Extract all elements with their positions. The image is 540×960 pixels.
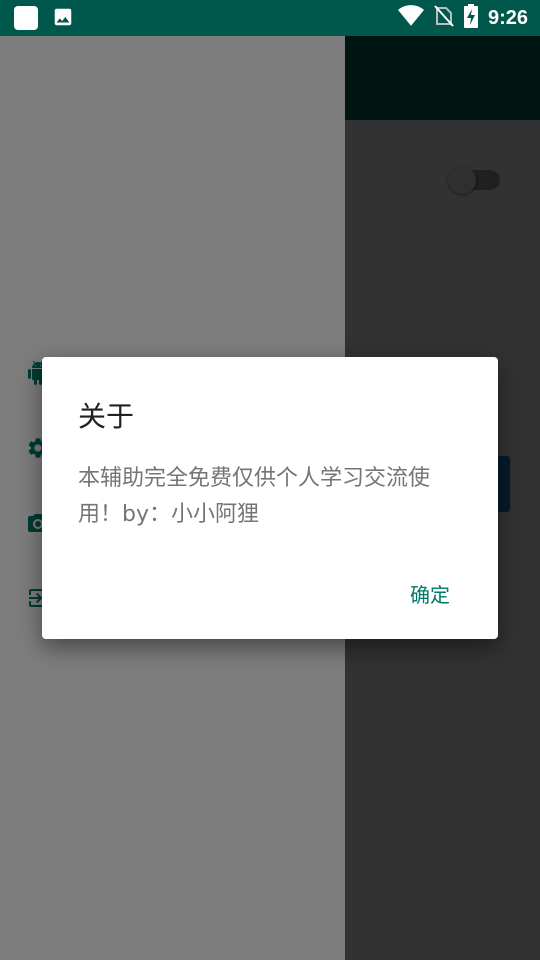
image-notification-icon [52,6,76,30]
battery-charging-icon [463,4,478,32]
confirm-button[interactable]: 确定 [402,575,458,612]
dialog-title: 关于 [78,400,135,433]
about-dialog: 关于 本辅助完全免费仅供个人学习交流使用！by：小小阿狸 确定 [42,357,498,639]
status-bar: 9:26 [0,0,540,36]
app-notification-icon [14,6,38,30]
dialog-message: 本辅助完全免费仅供个人学习交流使用！by：小小阿狸 [78,466,431,527]
wifi-icon [397,5,424,31]
status-time: 9:26 [487,6,528,29]
no-sim-icon [434,5,454,31]
